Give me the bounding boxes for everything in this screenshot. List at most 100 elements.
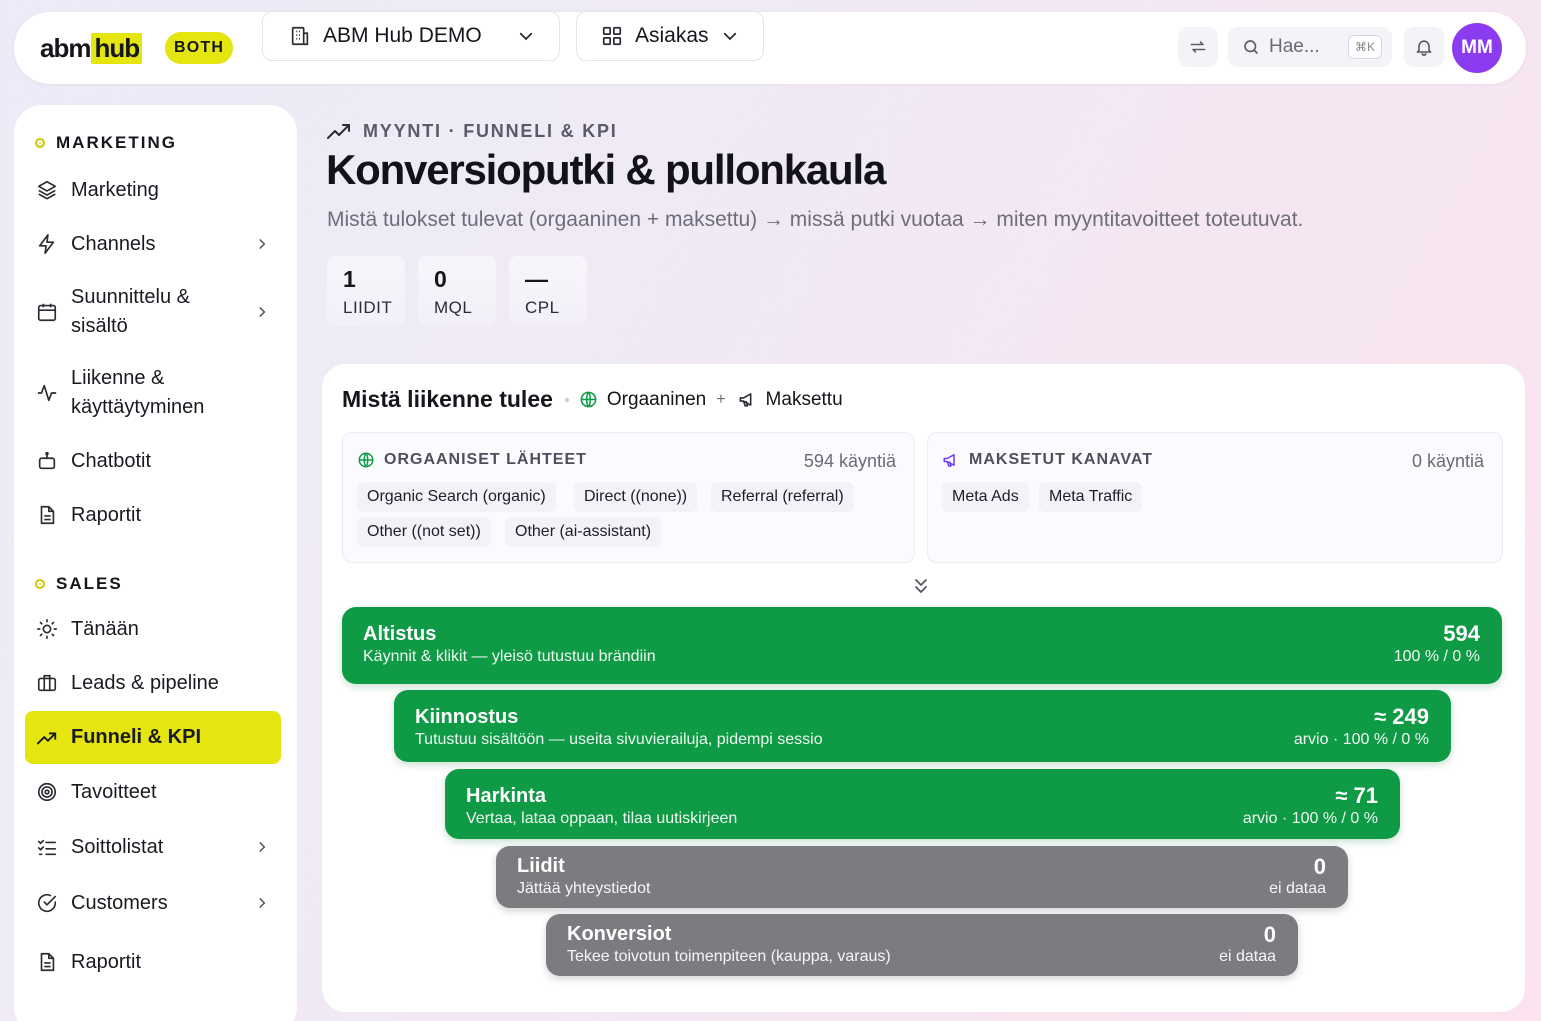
breadcrumb: MYYNTI · FUNNELI & KPI xyxy=(327,121,618,142)
stage-value: ≈ 71 xyxy=(1335,783,1378,808)
kpi-label: MQL xyxy=(434,298,473,317)
stage-value: 594 xyxy=(1443,621,1480,646)
sidebar-item-channels[interactable]: Channels xyxy=(25,219,281,269)
sun-icon xyxy=(36,618,58,640)
bell-icon xyxy=(1414,37,1434,57)
stage-meta: ei dataa xyxy=(1269,880,1326,897)
traffic-funnel-card: Mistä liikenne tulee Orgaaninen + Makset… xyxy=(322,364,1525,1012)
sidebar-item-label: Tavoitteet xyxy=(71,780,157,803)
stage-meta: arvio · 100 % / 0 % xyxy=(1242,810,1378,827)
checklist-icon xyxy=(36,836,58,858)
grid-icon xyxy=(601,25,623,47)
card-title: Mistä liikenne tulee xyxy=(342,386,553,412)
workspace-selector[interactable]: ABM Hub DEMO xyxy=(262,11,560,61)
sidebar-item-label: Raportit xyxy=(71,503,142,526)
stage-value: ≈ 249 xyxy=(1374,704,1429,729)
logo-text-hub: hub xyxy=(91,32,143,64)
source-chip[interactable]: Other ((not set)) xyxy=(357,517,491,547)
trending-up-icon xyxy=(327,122,363,142)
chevron-right-icon xyxy=(255,237,269,251)
plus-sign: + xyxy=(716,390,726,408)
sidebar-item-label: Suunnittelu & sisältö xyxy=(71,286,190,337)
bolt-icon xyxy=(36,233,58,255)
section-dot-icon xyxy=(35,138,45,148)
kpi-card-cpl: — CPL xyxy=(509,256,587,326)
stage-description: Tutustuu sisältöön — useita sivuvierailu… xyxy=(415,731,823,748)
globe-icon xyxy=(357,451,384,469)
sidebar-item-marketing[interactable]: Marketing xyxy=(25,165,281,215)
sidebar-item-liikenne[interactable]: Liikenne & käyttäytyminen xyxy=(25,362,281,424)
abmhub-logo[interactable]: abm hub xyxy=(40,31,143,65)
notifications-button[interactable] xyxy=(1404,27,1444,67)
stage-name: Harkinta xyxy=(466,785,547,807)
source-chip[interactable]: Direct ((none)) xyxy=(574,482,698,512)
layers-icon xyxy=(36,179,58,201)
channel-chip[interactable]: Meta Traffic xyxy=(1039,482,1143,512)
section-label: SALES xyxy=(56,574,123,593)
page-subtitle: Mistä tulokset tulevat (orgaaninen + mak… xyxy=(327,208,1304,231)
stage-description: Tekee toivotun toimenpiteen (kauppa, var… xyxy=(567,948,891,965)
panel-header: MAKSETUT KANAVAT xyxy=(942,451,1153,469)
funnel-stage-harkinta[interactable]: Harkinta Vertaa, lataa oppaan, tilaa uut… xyxy=(445,769,1400,839)
funnel-stage-konversiot[interactable]: Konversiot Tekee toivotun toimenpiteen (… xyxy=(546,914,1298,976)
sidebar-item-customers[interactable]: Customers xyxy=(25,878,281,928)
sidebar-item-chatbotit[interactable]: Chatbotit xyxy=(25,436,281,486)
funnel-stage-liidit[interactable]: Liidit Jättää yhteystiedot 0 ei dataa xyxy=(496,846,1348,908)
briefcase-icon xyxy=(36,672,58,694)
sidebar-item-raportit-sales[interactable]: Raportit xyxy=(25,937,281,987)
channel-chip[interactable]: Meta Ads xyxy=(942,482,1029,512)
source-chip[interactable]: Referral (referral) xyxy=(711,482,854,512)
building-icon xyxy=(289,25,311,47)
activity-icon xyxy=(36,382,58,404)
sidebar-item-tanaan[interactable]: Tänään xyxy=(25,604,281,654)
separator-dot xyxy=(564,397,569,402)
sidebar: MARKETING Marketing Channels Suunnittelu… xyxy=(14,105,297,1021)
sync-button[interactable] xyxy=(1178,27,1218,67)
source-chip[interactable]: Other (ai-assistant) xyxy=(505,517,662,547)
card-header: Mistä liikenne tulee Orgaaninen + Makset… xyxy=(342,386,843,413)
sidebar-item-tavoitteet[interactable]: Tavoitteet xyxy=(25,767,281,817)
organic-sources-panel: ORGAANISET LÄHTEET 594 käyntiä Organic S… xyxy=(342,432,915,563)
funnel-stage-kiinnostus[interactable]: Kiinnostus Tutustuu sisältöön — useita s… xyxy=(394,690,1451,762)
sidebar-section-sales: SALES xyxy=(35,574,123,594)
funnel-stage-altistus[interactable]: Altistus Käynnit & klikit — yleisö tutus… xyxy=(342,607,1502,684)
view-selector[interactable]: Asiakas xyxy=(576,11,764,61)
sidebar-item-label: Customers xyxy=(71,891,168,914)
sidebar-item-raportit[interactable]: Raportit xyxy=(25,490,281,540)
target-icon xyxy=(36,781,58,803)
view-label: Asiakas xyxy=(635,24,709,47)
sidebar-item-soittolistat[interactable]: Soittolistat xyxy=(25,822,281,872)
refresh-icon xyxy=(1188,37,1208,57)
mode-badge[interactable]: BOTH xyxy=(165,32,234,64)
kpi-label: CPL xyxy=(525,298,560,317)
megaphone-icon xyxy=(942,451,969,469)
search-icon xyxy=(1242,38,1260,56)
avatar[interactable]: MM xyxy=(1452,23,1502,73)
bot-icon xyxy=(36,450,58,472)
stage-meta: ei dataa xyxy=(1219,948,1276,965)
report-icon xyxy=(36,951,58,973)
report-icon xyxy=(36,504,58,526)
search-placeholder: Hae... xyxy=(1269,36,1320,57)
panel-title: MAKSETUT KANAVAT xyxy=(969,451,1153,468)
sidebar-item-leads-pipeline[interactable]: Leads & pipeline xyxy=(25,658,281,708)
sidebar-item-funneli-kpi[interactable]: Funneli & KPI xyxy=(25,711,281,764)
stage-description: Vertaa, lataa oppaan, tilaa uutiskirjeen xyxy=(466,810,738,827)
kpi-card-liidit: 1 LIIDIT xyxy=(327,256,405,326)
kpi-card-mql: 0 MQL xyxy=(418,256,496,326)
kpi-value: 1 xyxy=(343,266,356,292)
trending-up-icon xyxy=(36,727,58,749)
sidebar-item-label: Marketing xyxy=(71,178,159,201)
chevrons-down-icon xyxy=(913,577,929,595)
sidebar-item-label: Soittolistat xyxy=(71,835,164,858)
page-title: Konversioputki & pullonkaula xyxy=(326,146,886,193)
source-chip[interactable]: Organic Search (organic) xyxy=(357,482,556,512)
search-button[interactable]: Hae... ⌘K xyxy=(1228,27,1392,67)
kpi-label: LIIDIT xyxy=(343,298,393,317)
stage-name: Kiinnostus xyxy=(415,706,519,728)
paid-channels-panel: MAKSETUT KANAVAT 0 käyntiä Meta Ads Meta… xyxy=(927,432,1503,563)
globe-icon xyxy=(579,390,607,409)
section-label: MARKETING xyxy=(56,133,177,152)
sidebar-item-suunnittelu[interactable]: Suunnittelu & sisältö xyxy=(25,281,281,343)
sidebar-item-label: Funneli & KPI xyxy=(71,726,201,748)
